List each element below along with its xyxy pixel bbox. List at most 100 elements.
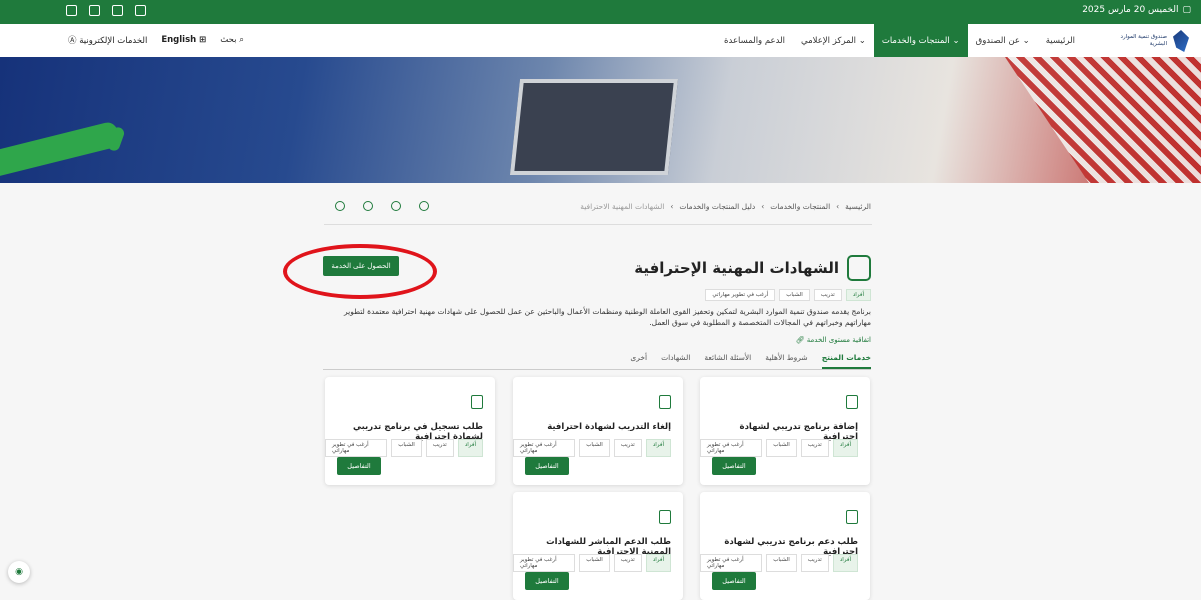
- card-tags: أفراد تدريب الشباب أرغب في تطوير مهاراتي: [513, 439, 671, 457]
- tag: أرغب في تطوير مهاراتي: [705, 289, 776, 301]
- tag: تدريب: [813, 289, 842, 301]
- search-link[interactable]: بحث ⌕: [220, 35, 244, 45]
- hero-laptop-image: [509, 79, 679, 175]
- tag: الشباب: [766, 439, 797, 457]
- top-bar: ▢ الخميس 20 مارس 2025: [0, 0, 1201, 24]
- highlight-circle: [283, 244, 437, 299]
- accessibility-button[interactable]: ◉: [8, 561, 30, 583]
- certificate-icon: [847, 255, 871, 281]
- print-icon[interactable]: [419, 201, 429, 211]
- tag: أفراد: [832, 554, 858, 572]
- zoom-in-icon[interactable]: [66, 5, 77, 16]
- menu-products[interactable]: المنتجات والخدمات ⌄: [873, 24, 968, 57]
- tag: الشباب: [391, 439, 422, 457]
- card-tags: أفراد تدريب الشباب أرغب في تطوير مهاراتي: [700, 554, 858, 572]
- zoom-out-icon[interactable]: [89, 5, 100, 16]
- main-navbar: صندوق تنمية الموارد البشرية الرئيسية عن …: [0, 24, 1201, 58]
- breadcrumb-current: الشهادات المهنية الاحترافية: [580, 202, 665, 211]
- menu-media[interactable]: المركز الإعلامي ⌄: [793, 24, 874, 57]
- tag: أفراد: [645, 439, 671, 457]
- tag: أفراد: [645, 554, 671, 572]
- breadcrumb: الرئيسية › المنتجات والخدمات › دليل المنتج…: [580, 202, 871, 211]
- page-tags: أفراد تدريب الشباب أرغب في تطوير مهاراتي: [705, 289, 871, 301]
- eservices-link[interactable]: Ⓐ الخدمات الإلكترونية: [68, 34, 147, 46]
- card-title: إلغاء التدريب لشهادة احترافية: [547, 422, 671, 432]
- page-title: الشهادات المهنية الإحترافية: [634, 255, 871, 281]
- details-button[interactable]: التفاصيل: [337, 457, 381, 475]
- tag: تدريب: [800, 439, 829, 457]
- tag: أفراد: [845, 289, 871, 301]
- search-icon: ⌕: [239, 35, 244, 45]
- card-tags: أفراد تدريب الشباب أرغب في تطوير مهاراتي: [700, 439, 858, 457]
- tab-product-services[interactable]: خدمات المنتج: [821, 353, 871, 369]
- translate-icon: ⊞: [199, 35, 207, 45]
- tag: أفراد: [832, 439, 858, 457]
- tag: أرغب في تطوير مهاراتي: [513, 439, 576, 457]
- mail-icon[interactable]: [363, 201, 373, 211]
- tag: الشباب: [779, 289, 810, 301]
- tag: تدريب: [800, 554, 829, 572]
- main-menu: الرئيسية عن الصندوق ⌄ المنتجات والخدمات …: [716, 24, 1083, 57]
- page-description: برنامج يقدمه صندوق تنمية الموارد البشرية…: [343, 307, 871, 327]
- service-card: طلب تسجيل في برنامج تدريبي لشهادة احتراف…: [325, 377, 495, 485]
- details-button[interactable]: التفاصيل: [525, 457, 569, 475]
- tab-faq[interactable]: الأسئلة الشائعة: [704, 353, 751, 369]
- menu-support[interactable]: الدعم والمساعدة: [716, 24, 793, 57]
- card-tags: أفراد تدريب الشباب أرغب في تطوير مهاراتي: [325, 439, 483, 457]
- tab-certificates[interactable]: الشهادات: [661, 353, 690, 369]
- details-button[interactable]: التفاصيل: [525, 572, 569, 590]
- certificate-icon: [846, 510, 858, 524]
- location-icon[interactable]: [335, 201, 345, 211]
- breadcrumb-home[interactable]: الرئيسية: [845, 202, 871, 211]
- chevron-down-icon: ⌄: [1022, 35, 1030, 46]
- hand-icon: ◉: [15, 567, 23, 577]
- tag: أرغب في تطوير مهاراتي: [513, 554, 576, 572]
- details-button[interactable]: التفاصيل: [712, 572, 756, 590]
- hero-banner: [0, 57, 1201, 183]
- tag: تدريب: [613, 554, 642, 572]
- menu-about[interactable]: عن الصندوق ⌄: [968, 24, 1038, 57]
- eye-icon[interactable]: [112, 5, 123, 16]
- breadcrumb-guide[interactable]: دليل المنتجات والخدمات: [679, 202, 755, 211]
- logo-mark-icon: [1173, 30, 1189, 52]
- hero-person-image: [1005, 57, 1201, 183]
- tag: تدريب: [613, 439, 642, 457]
- breadcrumb-products[interactable]: المنتجات والخدمات: [770, 202, 830, 211]
- certificate-icon: [659, 510, 671, 524]
- calendar-icon: ▢: [1182, 5, 1191, 15]
- menu-home[interactable]: الرئيسية: [1038, 24, 1083, 57]
- tag: أفراد: [457, 439, 483, 457]
- tag: أرغب في تطوير مهاراتي: [700, 439, 763, 457]
- service-card: إلغاء التدريب لشهادة احترافية أفراد تدري…: [513, 377, 683, 485]
- user-icon: Ⓐ: [68, 36, 77, 46]
- details-button[interactable]: التفاصيل: [712, 457, 756, 475]
- service-card: طلب الدعم المباشر للشهادات المهنية الاحت…: [513, 492, 683, 600]
- share-tools: [335, 201, 429, 211]
- service-card: طلب دعم برنامج تدريبي لشهادة احترافية أف…: [700, 492, 870, 600]
- tab-eligibility[interactable]: شروط الأهلية: [765, 353, 807, 369]
- tag: الشباب: [579, 554, 610, 572]
- tag: أرغب في تطوير مهاراتي: [325, 439, 388, 457]
- certificate-icon: [659, 395, 671, 409]
- language-toggle[interactable]: English ⊞: [161, 35, 206, 45]
- nav-tools: Ⓐ الخدمات الإلكترونية English ⊞ بحث ⌕: [68, 34, 244, 46]
- tag: الشباب: [766, 554, 797, 572]
- logo[interactable]: صندوق تنمية الموارد البشرية: [1099, 28, 1189, 54]
- tag: أرغب في تطوير مهاراتي: [700, 554, 763, 572]
- card-tags: أفراد تدريب الشباب أرغب في تطوير مهاراتي: [513, 554, 671, 572]
- certificate-icon: [471, 395, 483, 409]
- chevron-down-icon: ⌄: [858, 35, 866, 46]
- service-agreement-link[interactable]: اتفاقية مستوى الخدمة 🔗︎: [796, 336, 871, 344]
- link-icon: 🔗︎: [795, 336, 805, 344]
- share-icon[interactable]: [391, 201, 401, 211]
- tag: تدريب: [425, 439, 454, 457]
- date-display: ▢ الخميس 20 مارس 2025: [1082, 5, 1191, 15]
- divider: [324, 224, 872, 225]
- tab-other[interactable]: أخرى: [630, 353, 647, 369]
- service-card: إضافة برنامج تدريبي لشهادة احترافية أفرا…: [700, 377, 870, 485]
- certificate-icon: [846, 395, 858, 409]
- contrast-icon[interactable]: [135, 5, 146, 16]
- tabs: خدمات المنتج شروط الأهلية الأسئلة الشائع…: [323, 353, 871, 370]
- tag: الشباب: [579, 439, 610, 457]
- hero-decoration: [0, 120, 122, 180]
